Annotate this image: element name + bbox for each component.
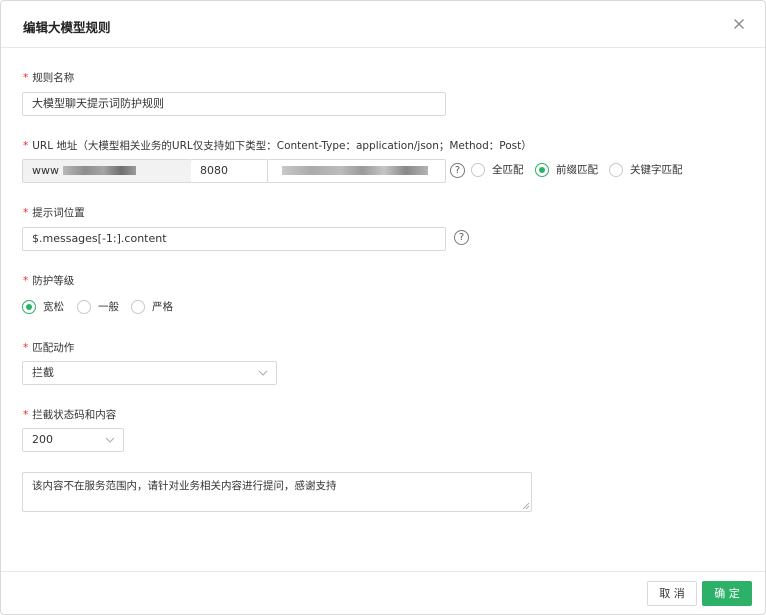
match-action-label: * 匹配动作 [23,340,74,355]
rule-name-input[interactable]: 大模型聊天提示词防护规则 [22,92,446,116]
block-content-text: 该内容不在服务范围内，请针对业务相关内容进行提问，感谢支持 [32,480,337,492]
radio-checked-icon [535,162,549,177]
radio-icon [471,162,485,177]
protection-level-label-text: 防护等级 [32,275,75,287]
prompt-position-input[interactable]: $.messages[-1:].content [22,227,446,251]
edit-rule-dialog: 编辑大模型规则 * 规则名称 大模型聊天提示词防护规则 * URL 地址（大模型相关… [0,0,766,615]
dialog-header: 编辑大模型规则 [1,1,765,48]
match-action-select[interactable]: 拦截 [22,361,277,385]
resize-grip-icon[interactable] [522,502,530,510]
chevron-down-icon [105,437,115,443]
status-code-value: 200 [32,433,53,446]
rule-name-label-text: 规则名称 [32,72,75,84]
url-help-icon[interactable]: ? [450,163,465,178]
url-label-text: URL 地址（大模型相关业务的URL仅支持如下类型：Content-Type：a… [32,140,532,152]
match-action-value: 拦截 [32,366,54,379]
block-response-label: * 拦截状态码和内容 [23,407,116,422]
match-option-keyword[interactable]: 关键字匹配 [609,162,683,177]
radio-icon [609,162,623,177]
required-mark: * [23,140,29,152]
chevron-down-icon [258,370,268,376]
required-mark: * [23,275,29,287]
url-label: * URL 地址（大模型相关业务的URL仅支持如下类型：Content-Type：… [23,138,532,153]
radio-icon [77,299,91,314]
prompt-position-help-icon[interactable]: ? [454,230,469,245]
dialog-title: 编辑大模型规则 [23,20,111,35]
dialog-footer: 取 消 确 定 [1,571,765,614]
protection-level-label: * 防护等级 [23,273,74,288]
redacted-path-block [282,165,428,175]
match-option-label: 关键字匹配 [630,164,683,176]
block-content-textarea[interactable]: 该内容不在服务范围内，请针对业务相关内容进行提问，感谢支持 [22,472,532,512]
cancel-button[interactable]: 取 消 [647,581,697,606]
url-path-input[interactable] [267,159,446,183]
protection-level-option-label: 宽松 [43,301,64,313]
required-mark: * [23,342,29,354]
required-mark: * [23,72,29,84]
match-option-prefix[interactable]: 前缀匹配 [535,162,598,177]
required-mark: * [23,409,29,421]
close-icon[interactable] [731,16,747,32]
prompt-position-label-text: 提示词位置 [32,207,85,219]
protection-level-option-label: 严格 [152,301,173,313]
url-port-input[interactable]: 8080 [191,159,268,183]
match-option-label: 前缀匹配 [556,164,598,176]
block-response-label-text: 拦截状态码和内容 [32,409,117,421]
radio-icon [131,299,145,314]
prompt-position-label: * 提示词位置 [23,205,85,220]
protection-level-loose[interactable]: 宽松 [22,299,64,314]
match-action-label-text: 匹配动作 [32,342,75,354]
url-host-prefix: www [32,164,59,177]
confirm-button[interactable]: 确 定 [702,581,752,606]
protection-level-strict[interactable]: 严格 [131,299,173,314]
required-mark: * [23,207,29,219]
url-host-input[interactable]: www [22,159,192,183]
redacted-host-block [63,165,136,175]
rule-name-label: * 规则名称 [23,70,74,85]
protection-level-option-label: 一般 [98,301,119,313]
match-option-full[interactable]: 全匹配 [471,162,524,177]
match-option-label: 全匹配 [492,164,524,176]
radio-checked-icon [22,299,36,314]
protection-level-normal[interactable]: 一般 [77,299,119,314]
status-code-select[interactable]: 200 [22,428,124,452]
